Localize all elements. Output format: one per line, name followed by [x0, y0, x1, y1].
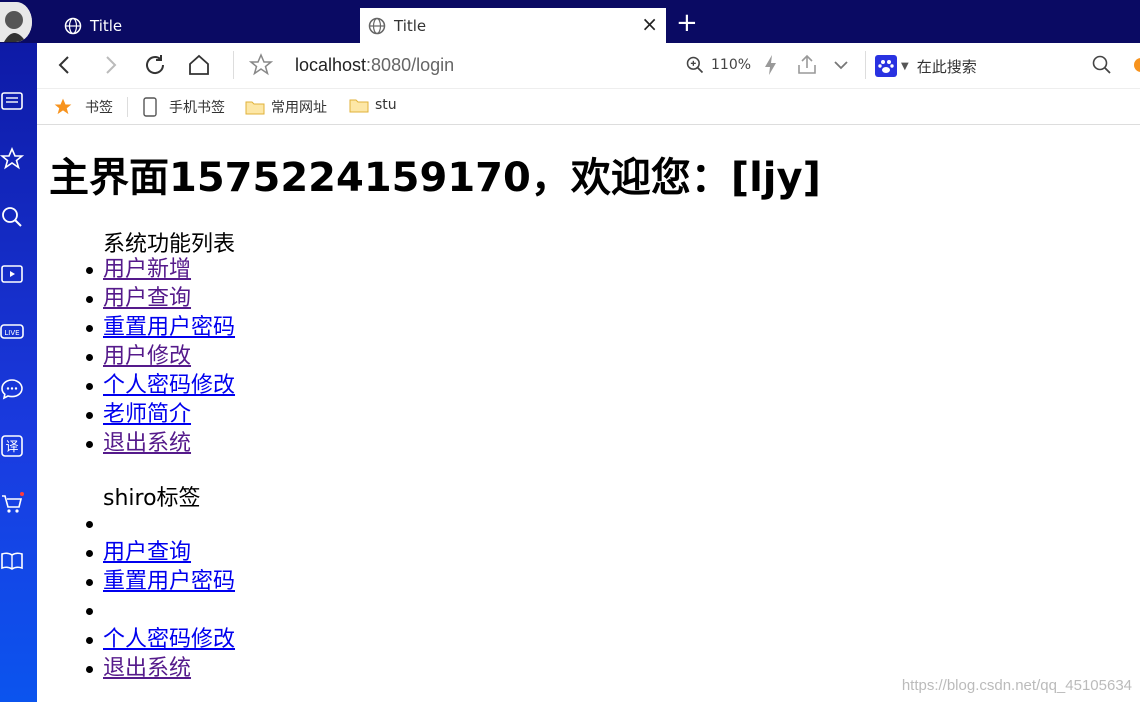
cart-icon[interactable] — [0, 492, 24, 516]
nav-link[interactable]: 老师简介 — [103, 402, 191, 427]
list-item — [85, 509, 235, 538]
nav-link[interactable]: 重置用户密码 — [103, 315, 235, 340]
list-item — [85, 596, 235, 625]
search-icon[interactable] — [0, 205, 24, 229]
tab-bar: Title Title × + — [0, 0, 1140, 43]
video-icon[interactable] — [0, 262, 24, 286]
section-title: shiro标签 — [103, 486, 201, 511]
search-icon[interactable] — [1090, 53, 1114, 77]
nav-link[interactable]: 重置用户密码 — [103, 569, 235, 594]
bookmark-item[interactable]: 手机书签 — [143, 97, 225, 117]
forward-icon[interactable] — [98, 53, 122, 77]
navigation-bar: localhost:8080/login 110% ▼ 在此搜索 — [37, 43, 1140, 89]
extension-icon[interactable] — [1129, 53, 1140, 77]
bookmark-label: 常用网址 — [271, 100, 327, 116]
refresh-icon[interactable] — [143, 53, 167, 77]
watermark: https://blog.csdn.net/qq_45105634 — [901, 677, 1132, 694]
lightning-icon[interactable] — [759, 53, 783, 77]
live-icon[interactable]: LIVE — [0, 319, 24, 343]
nav-link[interactable]: 退出系统 — [103, 656, 191, 681]
list-item: 退出系统 — [85, 654, 235, 683]
list-item: 重置用户密码 — [85, 567, 235, 596]
user-avatar[interactable] — [0, 2, 32, 42]
page-content: 主界面1575224159170，欢迎您：[ljy] 系统功能列表 用户新增 用户… — [37, 125, 1140, 702]
list-item: 用户查询 — [85, 284, 235, 313]
news-icon[interactable] — [0, 89, 24, 113]
star-filled-icon — [54, 98, 72, 115]
folder-icon — [349, 99, 369, 113]
bookmark-item[interactable]: 常用网址 — [245, 97, 327, 117]
divider — [233, 51, 234, 79]
list-item: 个人密码修改 — [85, 371, 235, 400]
chat-icon[interactable] — [0, 377, 24, 401]
nav-link[interactable]: 用户新增 — [103, 257, 191, 282]
divider — [127, 97, 128, 117]
address-host: localhost — [295, 55, 367, 75]
nav-link[interactable]: 个人密码修改 — [103, 373, 235, 398]
zoom-level: 110% — [711, 57, 752, 73]
nav-link[interactable]: 用户修改 — [103, 344, 191, 369]
address-bar[interactable]: localhost:8080/login — [295, 55, 454, 76]
chevron-down-icon[interactable] — [829, 53, 853, 77]
address-path: :8080/login — [366, 55, 455, 75]
svg-text:译: 译 — [5, 440, 18, 455]
bookmark-label: stu — [375, 97, 397, 113]
bookmark-label: 手机书签 — [169, 100, 225, 116]
list-item: 退出系统 — [85, 429, 235, 458]
shiro-list: 用户查询重置用户密码 个人密码修改 退出系统 — [85, 509, 235, 683]
zoom-icon — [686, 56, 704, 74]
list-item: 用户修改 — [85, 342, 235, 371]
list-item: 用户查询 — [85, 538, 235, 567]
bookmark-item[interactable]: 书签 — [53, 97, 113, 117]
bookmark-star-icon[interactable] — [249, 53, 273, 77]
bookmark-item[interactable]: stu — [349, 97, 397, 113]
list-item: 个人密码修改 — [85, 625, 235, 654]
search-placeholder: 在此搜索 — [916, 57, 977, 76]
page-heading: 主界面1575224159170，欢迎您：[ljy] — [49, 155, 821, 201]
bookmarks-bar: 书签 手机书签 常用网址 stu — [37, 89, 1140, 125]
nav-link[interactable]: 用户查询 — [103, 286, 191, 311]
svg-text:LIVE: LIVE — [4, 329, 19, 337]
bookmark-label: 书签 — [85, 100, 113, 116]
tab-title: Title — [394, 16, 427, 35]
translate-icon[interactable]: 译 — [0, 434, 24, 458]
list-item: 用户新增 — [85, 255, 235, 284]
star-icon[interactable] — [0, 147, 24, 171]
divider — [865, 51, 866, 79]
folder-icon — [245, 101, 265, 115]
book-icon[interactable] — [0, 549, 24, 573]
zoom-control[interactable]: 110% — [685, 55, 751, 75]
search-box[interactable]: ▼ 在此搜索 — [875, 54, 1115, 78]
tab-1[interactable]: Title — [56, 8, 356, 43]
nav-link[interactable]: 个人密码修改 — [103, 627, 235, 652]
browser-sidebar: LIVE 译 — [0, 43, 37, 702]
nav-link[interactable]: 用户查询 — [103, 540, 191, 565]
globe-icon — [368, 17, 386, 34]
home-icon[interactable] — [187, 53, 211, 77]
engine-dropdown-icon[interactable]: ▼ — [901, 61, 909, 72]
back-icon[interactable] — [53, 53, 77, 77]
share-icon[interactable] — [795, 53, 819, 77]
section-title: 系统功能列表 — [103, 232, 236, 257]
nav-link[interactable]: 退出系统 — [103, 431, 191, 456]
function-list: 用户新增用户查询重置用户密码 用户修改个人密码修改 老师简介退出系统 — [85, 255, 235, 458]
phone-icon — [143, 97, 157, 117]
new-tab-icon[interactable]: + — [676, 10, 702, 36]
list-item: 老师简介 — [85, 400, 235, 429]
tab-title: Title — [90, 16, 123, 35]
globe-icon — [64, 17, 82, 34]
close-tab-icon[interactable]: × — [641, 14, 658, 34]
tab-2-active[interactable]: Title × — [360, 8, 666, 43]
list-item: 重置用户密码 — [85, 313, 235, 342]
baidu-paw-icon — [875, 55, 897, 77]
